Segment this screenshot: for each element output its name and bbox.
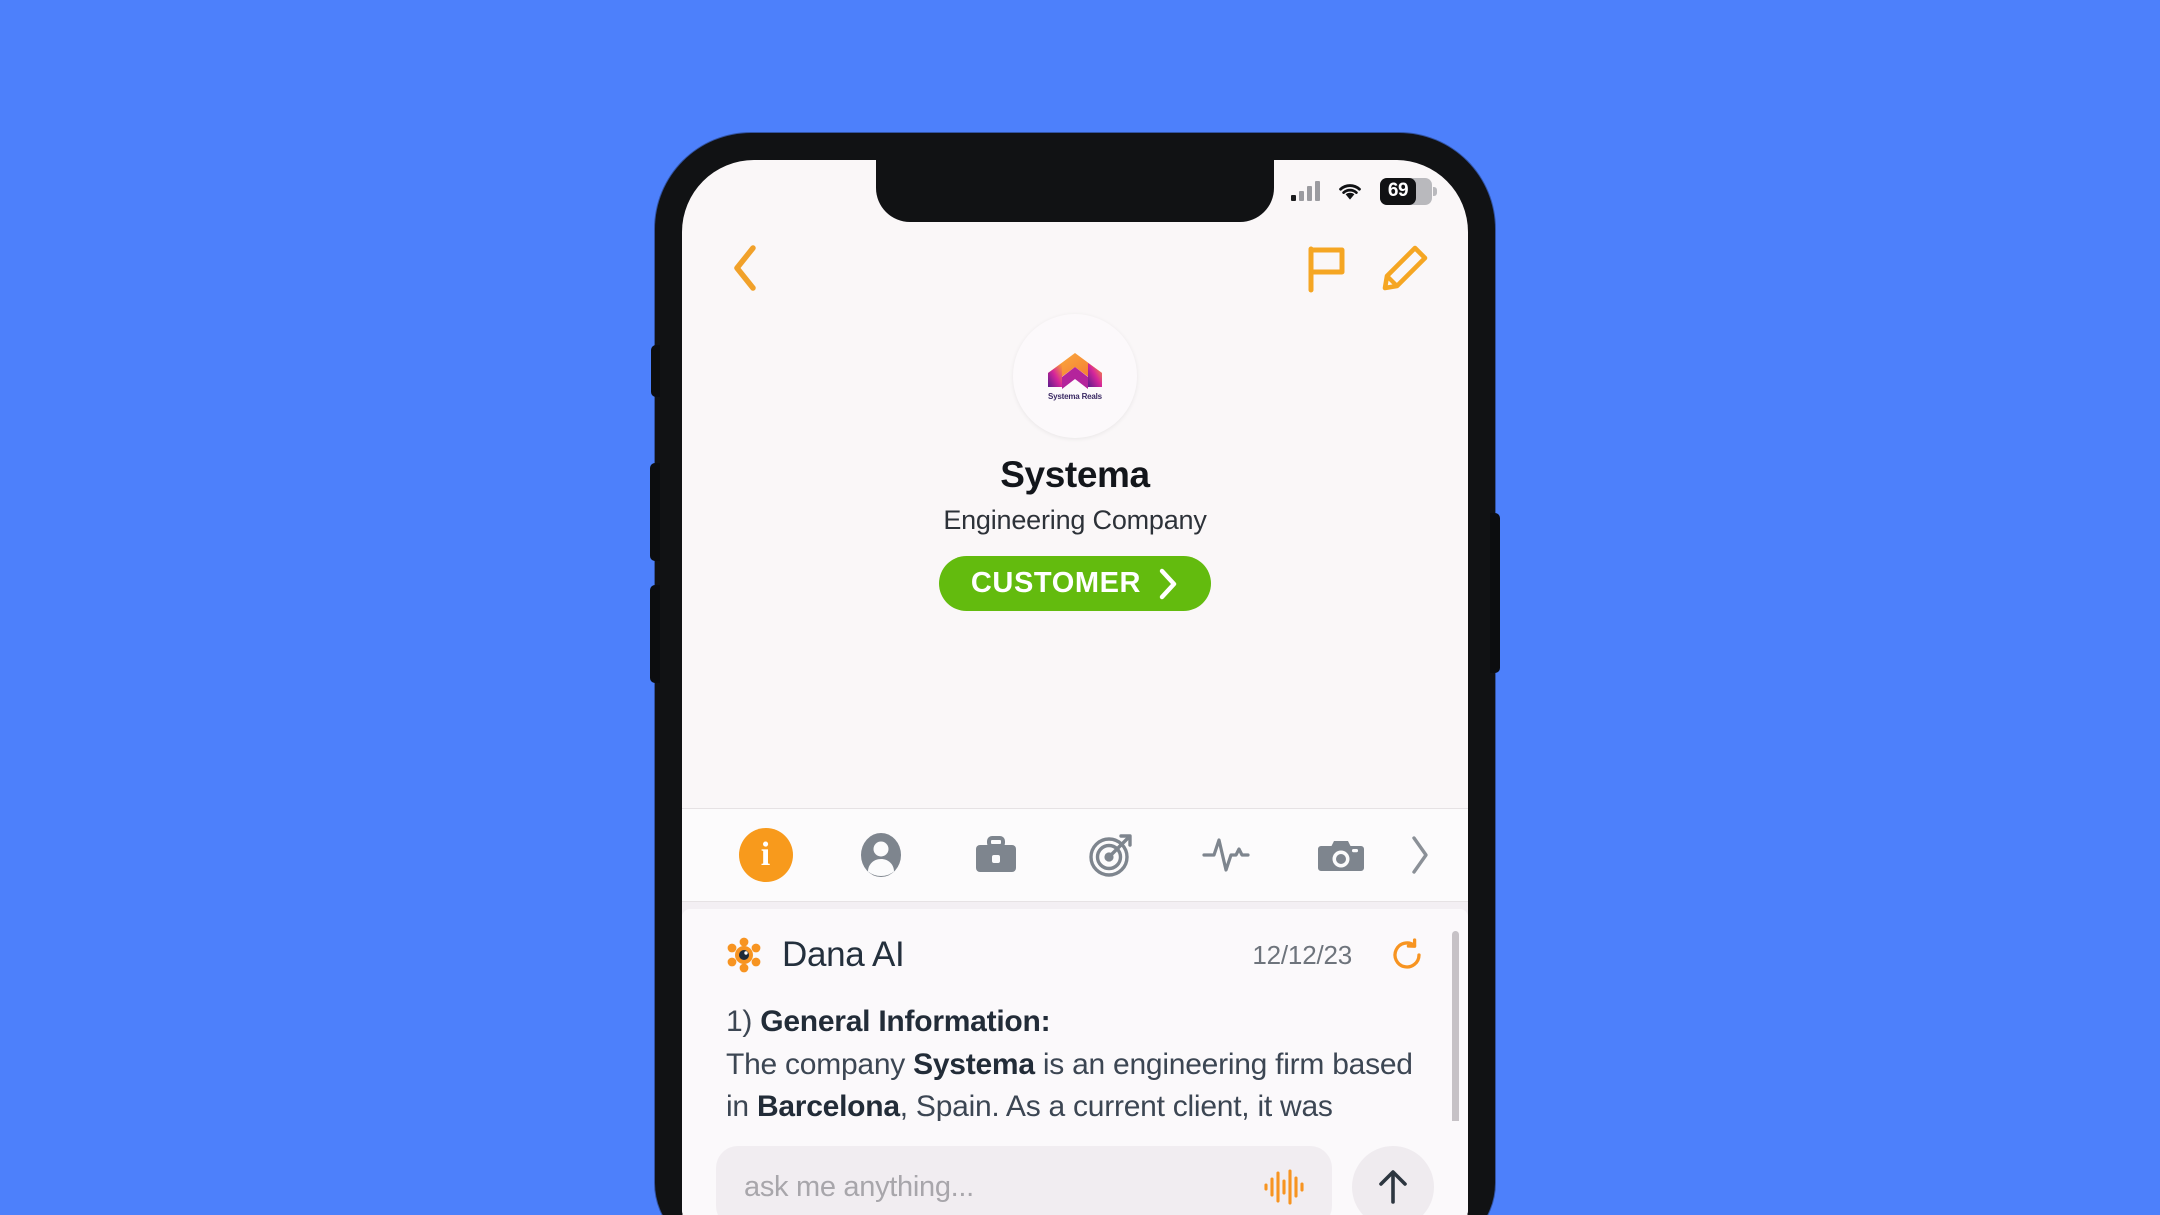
phone-frame: 69 Systema Reals Systema Engineering Com…: [650, 133, 1500, 1215]
voice-waveform-icon[interactable]: [1262, 1169, 1306, 1205]
message-date: 12/12/23: [1252, 939, 1352, 970]
briefcase-icon: [975, 836, 1016, 872]
tab-bar: i: [682, 808, 1468, 902]
composer-input-wrapper[interactable]: [716, 1146, 1332, 1215]
tab-business[interactable]: [938, 831, 1053, 879]
volume-down-button[interactable]: [650, 585, 660, 683]
wifi-icon: [1339, 184, 1361, 200]
silent-switch-button[interactable]: [651, 345, 660, 397]
tabs-more-button[interactable]: [1398, 834, 1442, 876]
pulse-icon: [1201, 838, 1250, 872]
page-title: Systema: [1000, 454, 1150, 495]
body-text: The company: [726, 1047, 914, 1081]
section-title: General Information:: [760, 1005, 1051, 1038]
avatar[interactable]: Systema Reals: [1013, 314, 1137, 438]
volume-up-button[interactable]: [650, 463, 660, 561]
cellular-signal-icon: [1291, 181, 1320, 201]
info-icon: i: [738, 828, 793, 882]
search-input[interactable]: [742, 1169, 1248, 1205]
tab-info[interactable]: i: [708, 828, 823, 882]
dana-ai-icon: [727, 937, 761, 973]
power-button[interactable]: [1490, 513, 1500, 673]
camera-icon: [1317, 841, 1364, 871]
chevron-left-icon: [734, 245, 756, 291]
person-icon: [860, 833, 901, 877]
flag-button[interactable]: [1296, 239, 1354, 297]
section-number: 1): [726, 1005, 753, 1038]
bold-term: Barcelona: [756, 1090, 900, 1124]
tab-activity[interactable]: [1168, 831, 1283, 879]
battery-icon: 69: [1380, 177, 1437, 205]
battery-level: 69: [1380, 177, 1416, 205]
tab-contacts[interactable]: [823, 831, 938, 879]
flag-icon: [1308, 246, 1345, 293]
chevron-right-icon: [1412, 836, 1428, 874]
tab-media[interactable]: [1283, 831, 1398, 879]
bold-term: Systema: [913, 1047, 1035, 1081]
tab-goals[interactable]: [1053, 831, 1168, 879]
composer-bar: [682, 1121, 1468, 1215]
message-section-heading: 1) General Information:: [726, 1001, 1424, 1044]
arrow-up-icon: [1379, 1170, 1407, 1204]
profile-header: Systema Reals Systema Engineering Compan…: [682, 314, 1468, 611]
status-badge[interactable]: CUSTOMER: [938, 556, 1212, 611]
message-header: Dana AI 12/12/23: [726, 935, 1424, 975]
systema-logo-icon: [1048, 352, 1102, 389]
edit-button[interactable]: [1376, 239, 1434, 297]
status-bar: 69: [682, 160, 1468, 222]
topnav-actions: [1296, 239, 1434, 297]
pencil-icon: [1382, 245, 1428, 291]
top-navigation-bar: [682, 222, 1468, 314]
send-button[interactable]: [1352, 1146, 1434, 1215]
phone-screen: 69 Systema Reals Systema Engineering Com…: [682, 160, 1468, 1215]
chevron-right-icon: [1159, 568, 1177, 599]
back-button[interactable]: [716, 239, 774, 297]
refresh-icon[interactable]: [1390, 938, 1424, 972]
company-type: Engineering Company: [943, 505, 1207, 535]
status-badge-label: CUSTOMER: [970, 567, 1142, 599]
message-author: Dana AI: [782, 935, 905, 974]
screenshot-stage: 69 Systema Reals Systema Engineering Com…: [0, 0, 2160, 1215]
logo-wordmark: Systema Reals: [1048, 391, 1102, 401]
target-icon: [1088, 834, 1132, 877]
